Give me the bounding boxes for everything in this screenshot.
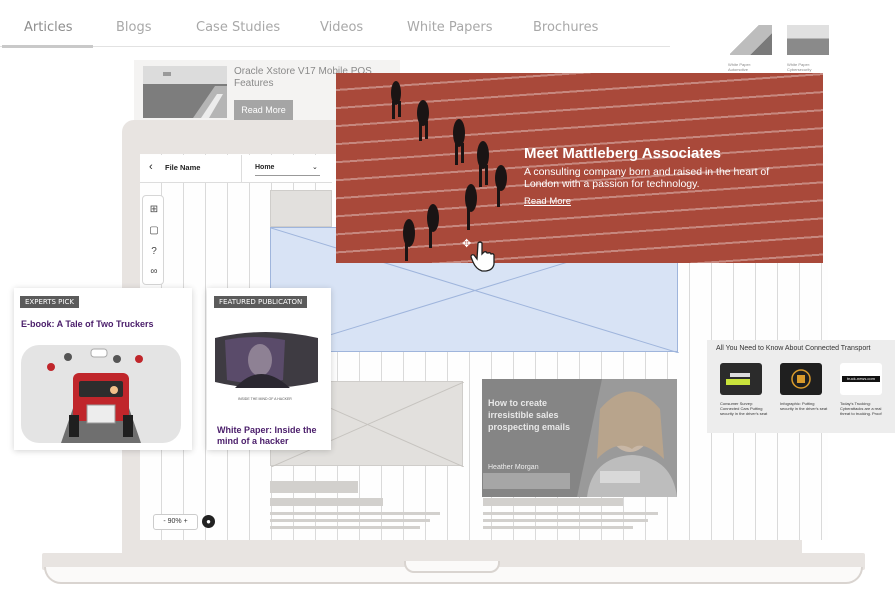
transport-item-caption-1: Consumer Survey: Connected Cars Putting … <box>720 401 768 416</box>
transport-item-image-1[interactable] <box>720 363 762 395</box>
zoom-value: 90% <box>167 518 182 525</box>
white-paper-thumb-2[interactable] <box>787 25 829 55</box>
tab-divider <box>0 46 670 47</box>
video-author-bar <box>483 473 570 489</box>
hero-description: A consulting company born and raised in … <box>524 166 770 190</box>
select-underline <box>255 175 320 176</box>
elements-icon[interactable]: ⊞ <box>148 204 160 216</box>
tab-articles[interactable]: Articles <box>24 20 72 35</box>
placeholder-line <box>270 526 420 529</box>
tab-case-studies[interactable]: Case Studies <box>196 20 280 35</box>
tab-videos[interactable]: Videos <box>320 20 363 35</box>
truck-illustration <box>21 345 181 443</box>
zoom-action-icon[interactable]: ● <box>202 515 215 528</box>
placeholder-heading-left <box>270 481 358 493</box>
help-icon[interactable]: ? <box>148 246 160 258</box>
toolbar-divider <box>241 155 242 183</box>
placeholder-line <box>483 526 633 529</box>
video-author: Heather Morgan <box>488 464 539 471</box>
link-icon[interactable]: ∞ <box>148 266 160 278</box>
editor-toolbar: ‹ File Name Home ⌄ <box>140 155 332 183</box>
placeholder-line <box>483 512 658 515</box>
thumb-caption-2: White Paper: Cybersecurity <box>787 62 812 72</box>
editor-side-tools: ⊞ ▢ ? ∞ <box>142 195 164 285</box>
page-select[interactable]: Home <box>255 164 274 171</box>
chevron-down-icon[interactable]: ⌄ <box>312 163 318 171</box>
tab-active-indicator <box>2 45 93 48</box>
hacker-image-caption: INSIDE THE MIND OF A HACKER <box>238 397 292 401</box>
placeholder-line <box>270 512 440 515</box>
transport-item-image-3[interactable]: truck-news.com <box>840 363 882 395</box>
article-thumbnail <box>143 66 227 118</box>
comment-icon[interactable]: ▢ <box>148 225 160 237</box>
back-arrow-icon[interactable]: ‹ <box>149 161 153 173</box>
hero-read-more-link[interactable]: Read More <box>524 196 571 207</box>
tab-white-papers[interactable]: White Papers <box>407 20 493 35</box>
thumb-caption-1: White Paper: Automotive <box>728 62 752 72</box>
wire-block-top-left <box>270 190 332 227</box>
white-paper-thumb-1[interactable] <box>730 25 772 55</box>
placeholder-line <box>270 519 430 522</box>
tab-brochures[interactable]: Brochures <box>533 20 598 35</box>
placeholder-subheading-right <box>483 498 623 506</box>
featured-card-title: White Paper: Inside the mind of a hacker <box>217 425 317 446</box>
experts-pick-tag: EXPERTS PICK <box>20 296 79 308</box>
hacker-image <box>215 330 318 390</box>
article-read-more-button[interactable]: Read More <box>234 100 293 120</box>
transport-item-image-2[interactable] <box>780 363 822 395</box>
transport-item-caption-2: Infographic: Putting security in the dri… <box>780 401 828 411</box>
tab-blogs[interactable]: Blogs <box>116 20 152 35</box>
hero-banner[interactable]: Meet Mattleberg Associates A consulting … <box>336 73 823 263</box>
placeholder-line <box>483 519 648 522</box>
hand-cursor-icon <box>470 240 496 277</box>
connected-transport-title: All You Need to Know About Connected Tra… <box>716 345 871 352</box>
video-title: How to create irresistible sales prospec… <box>488 398 571 432</box>
zoom-control[interactable]: - 90% + <box>153 514 198 530</box>
zoom-in-icon[interactable]: + <box>182 518 188 525</box>
hero-title: Meet Mattleberg Associates <box>524 145 722 162</box>
placeholder-subheading-left <box>270 498 383 506</box>
transport-item-caption-3: Today's Trucking: Cyberattacks are a rea… <box>840 401 882 416</box>
laptop-notch <box>404 561 500 573</box>
expert-card-title: E-book: A Tale of Two Truckers <box>21 319 154 329</box>
truck-news-logo: truck-news.com <box>842 376 880 382</box>
file-name-field[interactable]: File Name <box>165 163 200 172</box>
featured-publication-tag: FEATURED PUBLICATON <box>214 296 308 308</box>
